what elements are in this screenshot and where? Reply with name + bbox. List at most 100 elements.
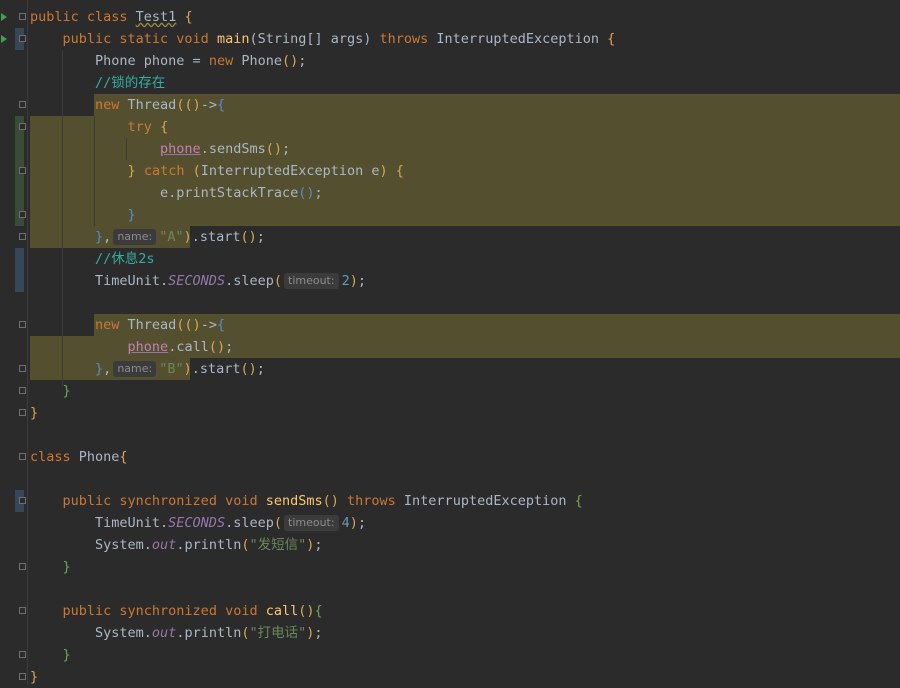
code-token: } [95, 361, 104, 377]
code-token: { [176, 9, 193, 25]
code-token: () [265, 141, 282, 157]
code-token: InterruptedException e [200, 163, 380, 179]
code-line[interactable]: System.out.println("发短信"); [30, 534, 323, 556]
fold-marker-icon[interactable] [19, 387, 26, 394]
fold-marker-icon[interactable] [19, 101, 26, 108]
code-token: main [216, 31, 250, 47]
code-line[interactable]: phone.call(); [30, 336, 234, 358]
code-token: .start [191, 361, 241, 377]
code-token: .println [176, 625, 242, 641]
parameter-hint: name: [113, 229, 157, 245]
code-token: 4 [341, 515, 350, 531]
parameter-hint: timeout: [284, 515, 339, 531]
code-token: public static void [62, 31, 217, 47]
code-token: SECONDS [168, 273, 226, 289]
code-token: throws [347, 493, 404, 509]
fold-marker-icon[interactable] [19, 321, 26, 328]
code-line[interactable]: new Thread(()->{ [30, 314, 225, 336]
code-line[interactable]: } catch (InterruptedException e) { [30, 160, 404, 182]
code-token: ) [183, 229, 192, 245]
code-token: class [30, 449, 79, 465]
code-line[interactable]: } [30, 556, 71, 578]
fold-marker-icon[interactable] [19, 233, 26, 240]
code-line[interactable]: //休息2s [30, 248, 155, 270]
code-line[interactable]: TimeUnit.SECONDS.sleep(timeout: 2); [30, 270, 366, 292]
fold-marker-icon[interactable] [19, 453, 26, 460]
code-token: ) [183, 361, 192, 377]
code-token: Thread [127, 97, 177, 113]
code-line[interactable]: } [30, 380, 71, 402]
code-line[interactable]: }, name: "A").start(); [30, 226, 265, 248]
code-line[interactable]: public class Test1 { [30, 6, 193, 28]
code-line[interactable]: new Thread(()->{ [30, 94, 225, 116]
code-token: { [314, 603, 323, 619]
fold-marker-icon[interactable] [19, 167, 26, 174]
code-line[interactable]: TimeUnit.SECONDS.sleep(timeout: 4); [30, 512, 366, 534]
fold-marker-icon[interactable] [19, 673, 26, 680]
code-token: new [208, 53, 242, 69]
code-line[interactable]: Phone phone = new Phone(); [30, 50, 306, 72]
code-token: InterruptedException [436, 31, 608, 47]
code-token: ) [349, 515, 358, 531]
fold-marker-icon[interactable] [19, 35, 26, 42]
code-token: } [95, 229, 104, 245]
code-token: { [216, 97, 226, 113]
code-line[interactable]: public static void main(String[] args) t… [30, 28, 616, 50]
code-token: out [151, 537, 177, 553]
fold-marker-icon[interactable] [19, 365, 26, 372]
run-triangle-icon[interactable] [1, 13, 7, 21]
code-token: SECONDS [168, 515, 226, 531]
code-line[interactable]: e.printStackTrace(); [30, 182, 323, 204]
code-token: ; [357, 515, 366, 531]
code-token: public synchronized void [62, 493, 266, 509]
code-line[interactable]: try { [30, 116, 169, 138]
code-line[interactable]: }, name: "B").start(); [30, 358, 265, 380]
code-token: "A" [159, 229, 184, 245]
code-token: phone [160, 141, 201, 157]
vcs-change-marker[interactable] [15, 248, 24, 292]
code-token: } [62, 383, 71, 399]
run-triangle-icon[interactable] [1, 35, 7, 43]
fold-marker-icon[interactable] [19, 563, 26, 570]
code-token: } [127, 207, 136, 223]
code-token: phone [127, 339, 169, 355]
code-token: TimeUnit. [30, 273, 169, 289]
code-line[interactable]: public synchronized void sendSms() throw… [30, 490, 583, 512]
code-line[interactable]: } [30, 644, 71, 666]
code-token: throws [379, 31, 437, 47]
code-line[interactable]: class Phone{ [30, 446, 128, 468]
code-token: out [151, 625, 177, 641]
fold-marker-icon[interactable] [19, 497, 26, 504]
fold-marker-icon[interactable] [19, 13, 26, 20]
code-token: Phone [241, 53, 282, 69]
code-token: ; [314, 185, 323, 201]
code-token: ; [256, 229, 265, 245]
code-line[interactable]: //锁的存在 [30, 72, 165, 94]
code-token: .start [191, 229, 241, 245]
fold-marker-icon[interactable] [19, 607, 26, 614]
code-line[interactable]: System.out.println("打电话"); [30, 622, 323, 644]
code-token: Phone phone = [30, 53, 209, 69]
code-line[interactable]: public synchronized void call(){ [30, 600, 323, 622]
code-line[interactable]: phone.sendSms(); [30, 138, 290, 160]
code-token: } [62, 559, 71, 575]
fold-marker-icon[interactable] [19, 123, 26, 130]
code-line[interactable]: } [30, 204, 136, 226]
code-token: .call [168, 339, 209, 355]
code-token: } [30, 669, 39, 685]
code-line[interactable]: } [30, 402, 38, 424]
code-token: { [607, 31, 616, 47]
fold-marker-icon[interactable] [19, 651, 26, 658]
code-token: () [281, 53, 299, 69]
code-token: catch [143, 163, 193, 179]
code-token: } [62, 647, 71, 663]
fold-marker-icon[interactable] [19, 211, 26, 218]
fold-marker-icon[interactable] [19, 409, 26, 416]
code-token: (String[] args) [249, 31, 380, 47]
code-token: ( [273, 273, 282, 289]
